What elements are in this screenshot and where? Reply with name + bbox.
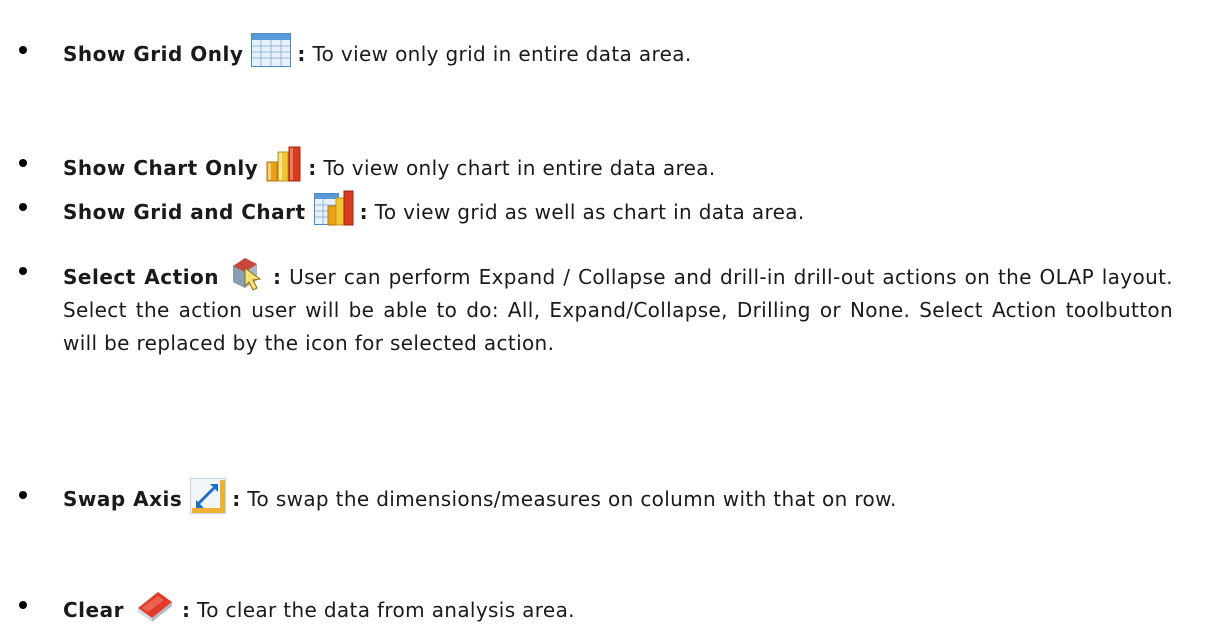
bullet bbox=[19, 267, 27, 275]
select-action-icon bbox=[227, 254, 267, 292]
colon: : bbox=[297, 42, 306, 66]
colon: : bbox=[359, 200, 368, 224]
colon: : bbox=[232, 487, 241, 511]
bullet bbox=[19, 46, 27, 54]
eraser-icon bbox=[132, 588, 176, 624]
item-description: To swap the dimensions/measures on colum… bbox=[247, 487, 897, 511]
grid-icon bbox=[251, 33, 292, 67]
item-title: Select Action bbox=[63, 265, 220, 289]
bullet bbox=[19, 491, 27, 499]
item-description: To view only grid in entire data area. bbox=[312, 42, 692, 66]
bar-chart-icon bbox=[266, 146, 302, 182]
item-description: To view only chart in entire data area. bbox=[323, 156, 716, 180]
bullet bbox=[19, 203, 27, 211]
item-title: Show Grid Only bbox=[63, 42, 244, 66]
item-title: Clear bbox=[63, 598, 124, 622]
bullet bbox=[19, 601, 27, 609]
colon: : bbox=[308, 156, 317, 180]
item-description: To view grid as well as chart in data ar… bbox=[374, 200, 805, 224]
item-title: Show Chart Only bbox=[63, 156, 259, 180]
swap-axis-icon bbox=[190, 478, 227, 514]
grid-chart-icon bbox=[313, 190, 354, 226]
colon: : bbox=[273, 265, 282, 289]
item-title: Swap Axis bbox=[63, 487, 183, 511]
bullet bbox=[19, 159, 27, 167]
item-title: Show Grid and Chart bbox=[63, 200, 306, 224]
colon: : bbox=[181, 598, 191, 622]
item-description: To clear the data from analysis area. bbox=[197, 598, 575, 622]
